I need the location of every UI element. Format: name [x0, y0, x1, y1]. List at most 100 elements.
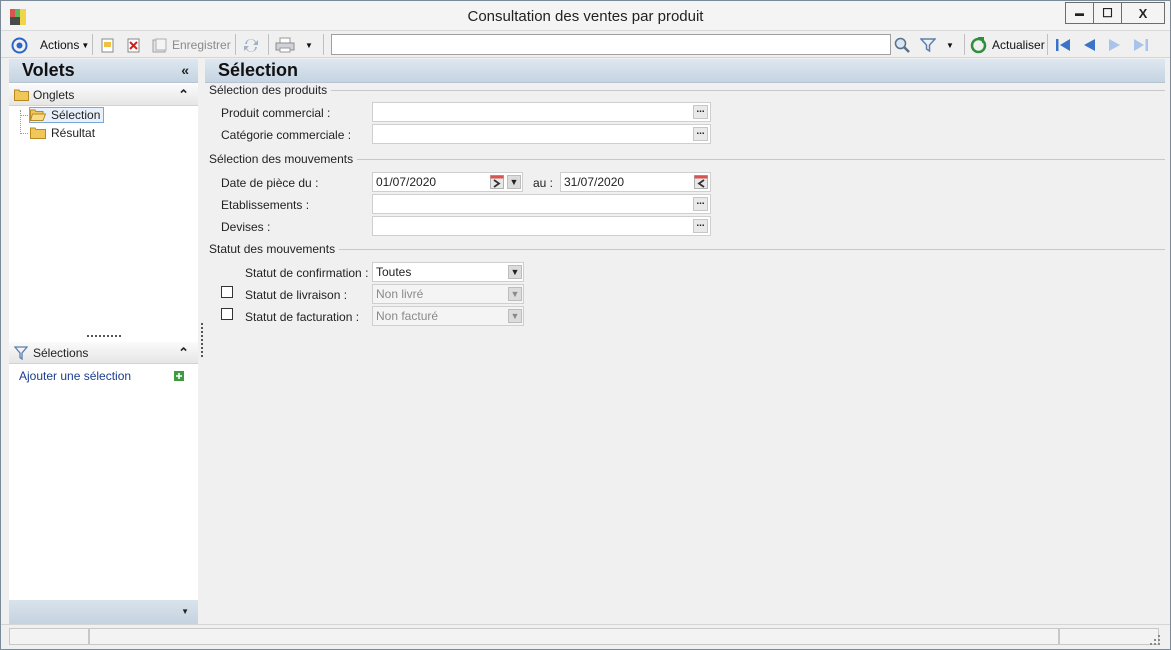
group-title-movements: Sélection des mouvements — [209, 152, 358, 166]
date-from-field[interactable]: 01/07/2020 ▼ — [372, 172, 523, 192]
statut-confirmation-select[interactable]: Toutes ▼ — [372, 262, 524, 282]
search-button[interactable] — [894, 35, 911, 55]
save-label: Enregistrer — [172, 38, 231, 52]
devises-label: Devises : — [221, 220, 271, 234]
last-record-button[interactable] — [1133, 35, 1149, 55]
add-selection-link[interactable]: Ajouter une sélection — [19, 369, 131, 383]
refresh-icon — [970, 36, 987, 53]
maximize-button[interactable]: ☐ — [1093, 2, 1122, 24]
statut-livraison-value: Non livré — [376, 287, 424, 301]
produit-commercial-field[interactable]: ... — [372, 102, 711, 122]
chevron-down-icon[interactable]: ▼ — [508, 309, 522, 323]
ellipsis-button[interactable]: ... — [693, 105, 708, 119]
filter-icon — [14, 346, 28, 360]
collapse-panel-icon[interactable]: « — [181, 62, 189, 78]
ellipsis-button[interactable]: ... — [693, 127, 708, 141]
delete-icon — [127, 38, 140, 52]
date-piece-label: Date de pièce du : — [221, 176, 319, 190]
first-record-button[interactable] — [1055, 35, 1071, 55]
caret-down-icon: ▼ — [81, 40, 90, 50]
filter-button[interactable]: ▼ — [920, 35, 954, 55]
toolbar-separator — [1047, 34, 1048, 55]
tree-connector — [20, 115, 28, 116]
tabs-section-header[interactable]: Onglets ⌃ — [9, 84, 198, 106]
produit-commercial-label: Produit commercial : — [221, 106, 331, 120]
refresh-button[interactable]: Actualiser — [970, 35, 1045, 55]
window-title: Consultation des ventes par produit — [467, 8, 704, 25]
previous-record-button[interactable] — [1082, 35, 1096, 55]
ellipsis-button[interactable]: ... — [693, 197, 708, 211]
toolbar: Actions ▼ Enregistrer ▼ ▼ Actualiser — [1, 31, 1170, 58]
group-title-products: Sélection des produits — [209, 83, 332, 97]
tree-item-resultat[interactable]: Résultat — [30, 125, 95, 141]
etablissements-label: Etablissements : — [221, 198, 310, 212]
minimize-button[interactable]: ▬ — [1065, 2, 1094, 24]
caret-down-icon[interactable]: ▼ — [181, 607, 189, 616]
etablissements-field[interactable]: ... — [372, 194, 711, 214]
last-icon — [1134, 39, 1148, 51]
first-icon — [1056, 39, 1070, 51]
actions-menu-button[interactable]: Actions ▼ — [40, 35, 89, 55]
tree-item-label: Résultat — [51, 126, 96, 140]
calendar-back-icon[interactable] — [694, 175, 708, 189]
statut-facturation-checkbox[interactable] — [221, 308, 233, 320]
chevron-up-icon[interactable]: ⌃ — [178, 87, 189, 103]
side-panel-title: Volets — [22, 60, 75, 80]
selections-section-header[interactable]: Sélections ⌃ — [9, 342, 198, 364]
caret-down-icon[interactable]: ▼ — [946, 41, 954, 50]
save-button[interactable]: Enregistrer — [152, 35, 231, 55]
date-to-label: au : — [533, 176, 554, 190]
statut-facturation-select[interactable]: Non facturé ▼ — [372, 306, 524, 326]
date-to-field[interactable]: 31/07/2020 — [560, 172, 711, 192]
previous-icon — [1084, 39, 1095, 51]
delete-button[interactable] — [126, 35, 141, 55]
add-icon[interactable] — [174, 371, 184, 381]
next-icon — [1109, 39, 1120, 51]
tabs-section-label: Onglets — [33, 88, 75, 102]
calendar-forward-icon[interactable] — [490, 175, 504, 189]
close-button[interactable]: X — [1121, 2, 1165, 24]
main-header: Sélection — [205, 59, 1165, 83]
save-icon — [152, 38, 167, 52]
statut-livraison-label: Statut de livraison : — [245, 288, 348, 302]
chevron-down-icon[interactable]: ▼ — [508, 287, 522, 301]
side-panel: Volets « Onglets ⌃ Sélection Résultat Sé… — [9, 59, 198, 624]
sync-button[interactable] — [242, 35, 260, 55]
statut-livraison-checkbox[interactable] — [221, 286, 233, 298]
close-icon: X — [1138, 5, 1148, 21]
target-icon-button[interactable] — [11, 35, 28, 55]
new-button[interactable] — [100, 35, 115, 55]
chevron-down-icon[interactable]: ▼ — [508, 265, 522, 279]
caret-down-icon[interactable]: ▼ — [305, 41, 313, 50]
magnifier-icon — [894, 37, 910, 53]
tree-item-selection[interactable]: Sélection — [29, 107, 105, 123]
group-divider — [209, 90, 1165, 91]
categorie-commerciale-field[interactable]: ... — [372, 124, 711, 144]
side-panel-footer: ▼ — [9, 600, 198, 624]
search-input[interactable] — [331, 34, 891, 55]
splitter-handle[interactable] — [87, 335, 121, 337]
folder-icon — [14, 89, 29, 101]
page-title: Sélection — [218, 60, 299, 80]
new-document-icon — [101, 38, 114, 52]
open-folder-icon — [30, 109, 46, 121]
ellipsis-button[interactable]: ... — [693, 219, 708, 233]
next-record-button[interactable] — [1108, 35, 1122, 55]
refresh-label: Actualiser — [992, 38, 1045, 52]
minimize-icon: ▬ — [1075, 8, 1084, 18]
print-button[interactable]: ▼ — [275, 35, 313, 55]
toolbar-separator — [964, 34, 965, 55]
toolbar-separator — [268, 34, 269, 55]
toolbar-separator — [323, 34, 324, 55]
toolbar-separator — [235, 34, 236, 55]
toolbar-separator — [92, 34, 93, 55]
statut-livraison-select[interactable]: Non livré ▼ — [372, 284, 524, 304]
chevron-down-icon[interactable]: ▼ — [507, 175, 521, 189]
devises-field[interactable]: ... — [372, 216, 711, 236]
statut-confirmation-label: Statut de confirmation : — [245, 266, 369, 280]
resize-grip-icon[interactable] — [1150, 635, 1160, 645]
chevron-up-icon[interactable]: ⌃ — [178, 345, 189, 361]
status-cell — [89, 628, 1059, 645]
vertical-splitter[interactable] — [201, 323, 203, 357]
application-window: Consultation des ventes par produit ▬ ☐ … — [0, 0, 1171, 650]
